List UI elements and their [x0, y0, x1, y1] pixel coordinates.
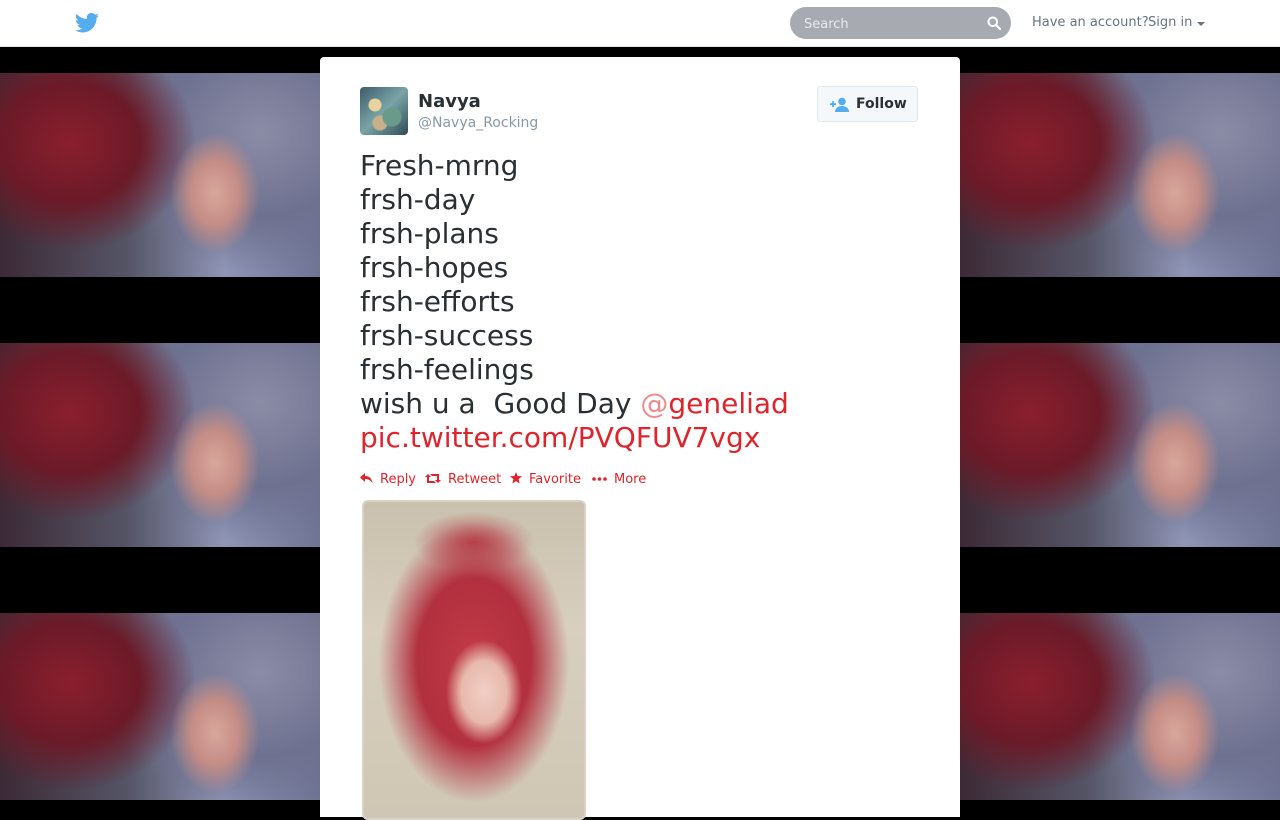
tweet-line: frsh-feelings — [360, 353, 534, 386]
more-label: More — [614, 472, 647, 487]
star-icon — [510, 472, 522, 484]
tweet-photo[interactable] — [362, 500, 586, 820]
tweet-line: frsh-plans — [360, 217, 499, 250]
mention-name: geneliad — [668, 387, 789, 420]
tweet-line: frsh-efforts — [360, 285, 515, 318]
mention-at: @ — [640, 387, 669, 420]
tweet-line-last: wish u a Good Day @geneliad — [360, 387, 920, 421]
tweet-line: frsh-hopes — [360, 251, 509, 284]
pic-link[interactable]: pic.twitter.com/PVQFUV7vgx — [360, 421, 920, 455]
retweet-icon — [425, 474, 441, 483]
tweet-line: frsh-success — [360, 319, 534, 352]
tweet-line: Fresh-mrng — [360, 149, 519, 182]
tweet-line-prefix: wish u a Good Day — [360, 387, 641, 420]
more-dots-icon — [592, 477, 607, 481]
top-nav-bar: Have an account? Sign in — [0, 0, 1280, 47]
user-fullname[interactable]: Navya — [418, 91, 481, 112]
chevron-down-icon[interactable] — [1197, 22, 1205, 26]
twitter-bird-icon[interactable] — [75, 13, 99, 33]
signin-link[interactable]: Sign in — [1148, 15, 1192, 30]
tweet-text: Fresh-mrng frsh-day frsh-plans frsh-hope… — [360, 149, 920, 455]
user-handle[interactable]: @Navya_Rocking — [418, 115, 538, 131]
search-icon[interactable] — [987, 16, 1001, 30]
reply-icon — [360, 473, 373, 483]
reply-label: Reply — [380, 472, 417, 487]
favorite-label: Favorite — [529, 472, 581, 487]
search-box[interactable] — [790, 7, 1011, 41]
tweet-card: Navya @Navya_Rocking Follow Fresh-mrng f… — [320, 57, 960, 820]
retweet-label: Retweet — [448, 472, 502, 487]
search-input[interactable] — [802, 7, 976, 41]
tweet-line: frsh-day — [360, 183, 476, 216]
add-user-icon — [830, 97, 849, 112]
account-question: Have an account? — [1032, 15, 1149, 30]
mention-link[interactable]: @geneliad — [640, 387, 788, 420]
avatar[interactable] — [360, 87, 408, 135]
follow-label: Follow — [856, 96, 907, 112]
follow-button[interactable]: Follow — [817, 86, 918, 122]
